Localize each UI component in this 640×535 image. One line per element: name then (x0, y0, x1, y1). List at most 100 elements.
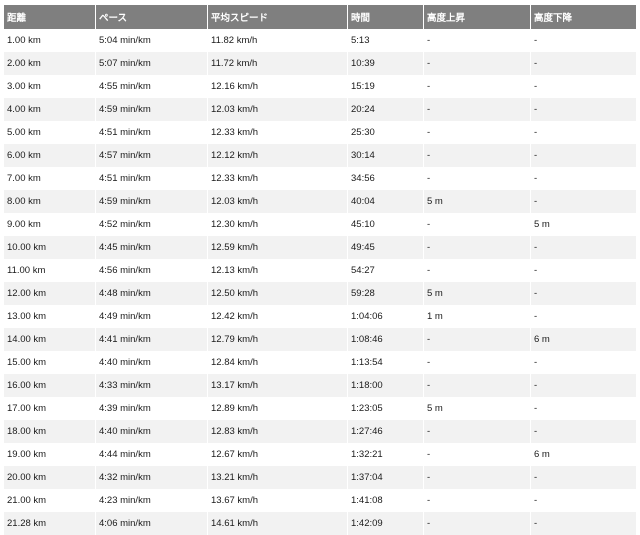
table-row: 21.00 km 4:23 min/km 13.67 km/h 1:41:08- - (4, 489, 636, 512)
cell-elevation-gain: - (424, 351, 531, 374)
cell-pace: 4:49 min/km (96, 305, 208, 328)
cell-pace: 5:04 min/km (96, 29, 208, 52)
cell-time: 54:27 (348, 259, 424, 282)
cell-elevation-loss: 6 m (531, 443, 636, 466)
cell-distance: 18.00 km (4, 420, 96, 443)
cell-time: 49:45 (348, 236, 424, 259)
cell-elevation-loss: - (531, 121, 636, 144)
column-header-pace[interactable]: ペース (96, 5, 208, 29)
cell-elevation-gain: - (424, 144, 531, 167)
column-header-elevation-loss[interactable]: 高度下降 (531, 5, 636, 29)
table-row: 12.00 km 4:48 min/km 12.50 km/h 59:28 5 m- (4, 282, 636, 305)
cell-pace: 4:57 min/km (96, 144, 208, 167)
cell-time: 34:56 (348, 167, 424, 190)
cell-distance: 14.00 km (4, 328, 96, 351)
cell-pace: 4:41 min/km (96, 328, 208, 351)
header-row: 距離 ペース 平均スピード 時間 高度上昇 高度下降 (4, 5, 636, 29)
cell-distance: 5.00 km (4, 121, 96, 144)
cell-elevation-gain: 5 m (424, 397, 531, 420)
cell-time: 1:41:08 (348, 489, 424, 512)
cell-time: 1:04:06 (348, 305, 424, 328)
cell-pace: 4:59 min/km (96, 190, 208, 213)
cell-elevation-loss: 6 m (531, 328, 636, 351)
cell-elevation-loss: - (531, 466, 636, 489)
table-row: 17.00 km 4:39 min/km 12.89 km/h 1:23:05 5 m- (4, 397, 636, 420)
cell-avg-speed: 12.03 km/h (208, 190, 348, 213)
cell-avg-speed: 12.12 km/h (208, 144, 348, 167)
cell-time: 30:14 (348, 144, 424, 167)
cell-pace: 4:33 min/km (96, 374, 208, 397)
cell-elevation-gain: - (424, 167, 531, 190)
column-header-elevation-gain[interactable]: 高度上昇 (424, 5, 531, 29)
cell-elevation-loss: - (531, 351, 636, 374)
cell-distance: 19.00 km (4, 443, 96, 466)
cell-elevation-loss: - (531, 420, 636, 443)
cell-avg-speed: 12.13 km/h (208, 259, 348, 282)
cell-avg-speed: 12.79 km/h (208, 328, 348, 351)
cell-elevation-loss: - (531, 98, 636, 121)
cell-elevation-loss: - (531, 167, 636, 190)
table-row: 15.00 km 4:40 min/km 12.84 km/h 1:13:54- - (4, 351, 636, 374)
table-row: 2.00 km 5:07 min/km 11.72 km/h 10:39- - (4, 52, 636, 75)
cell-elevation-gain: 5 m (424, 190, 531, 213)
table-row: 8.00 km 4:59 min/km 12.03 km/h 40:04 5 m- (4, 190, 636, 213)
cell-avg-speed: 12.33 km/h (208, 121, 348, 144)
cell-pace: 4:40 min/km (96, 351, 208, 374)
cell-time: 1:13:54 (348, 351, 424, 374)
cell-pace: 4:40 min/km (96, 420, 208, 443)
cell-pace: 4:32 min/km (96, 466, 208, 489)
cell-elevation-loss: - (531, 75, 636, 98)
cell-distance: 10.00 km (4, 236, 96, 259)
cell-elevation-loss: - (531, 397, 636, 420)
cell-elevation-loss: - (531, 52, 636, 75)
cell-distance: 6.00 km (4, 144, 96, 167)
cell-distance: 8.00 km (4, 190, 96, 213)
cell-pace: 4:51 min/km (96, 121, 208, 144)
cell-elevation-gain: - (424, 512, 531, 535)
cell-distance: 15.00 km (4, 351, 96, 374)
cell-time: 1:08:46 (348, 328, 424, 351)
splits-table: 距離 ペース 平均スピード 時間 高度上昇 高度下降 1.00 km 5:04 m… (4, 5, 636, 535)
cell-elevation-gain: - (424, 443, 531, 466)
cell-distance: 1.00 km (4, 29, 96, 52)
cell-elevation-gain: - (424, 75, 531, 98)
table-row: 21.28 km 4:06 min/km 14.61 km/h 1:42:09- - (4, 512, 636, 535)
cell-elevation-loss: - (531, 190, 636, 213)
cell-pace: 4:55 min/km (96, 75, 208, 98)
cell-elevation-loss: 5 m (531, 213, 636, 236)
cell-avg-speed: 12.33 km/h (208, 167, 348, 190)
cell-elevation-gain: - (424, 29, 531, 52)
cell-time: 1:18:00 (348, 374, 424, 397)
cell-elevation-gain: - (424, 52, 531, 75)
cell-time: 1:32:21 (348, 443, 424, 466)
cell-avg-speed: 12.03 km/h (208, 98, 348, 121)
cell-time: 5:13 (348, 29, 424, 52)
cell-pace: 4:51 min/km (96, 167, 208, 190)
table-row: 13.00 km 4:49 min/km 12.42 km/h 1:04:06 1 m- (4, 305, 636, 328)
table-row: 10.00 km 4:45 min/km 12.59 km/h 49:45- - (4, 236, 636, 259)
cell-pace: 4:45 min/km (96, 236, 208, 259)
cell-time: 1:37:04 (348, 466, 424, 489)
cell-elevation-gain: - (424, 420, 531, 443)
cell-pace: 4:06 min/km (96, 512, 208, 535)
cell-time: 15:19 (348, 75, 424, 98)
cell-distance: 4.00 km (4, 98, 96, 121)
cell-time: 20:24 (348, 98, 424, 121)
table-row: 11.00 km 4:56 min/km 12.13 km/h 54:27- - (4, 259, 636, 282)
cell-time: 1:42:09 (348, 512, 424, 535)
cell-distance: 20.00 km (4, 466, 96, 489)
cell-elevation-gain: - (424, 328, 531, 351)
cell-elevation-gain: - (424, 121, 531, 144)
cell-avg-speed: 13.21 km/h (208, 466, 348, 489)
column-header-time[interactable]: 時間 (348, 5, 424, 29)
cell-distance: 11.00 km (4, 259, 96, 282)
cell-elevation-loss: - (531, 236, 636, 259)
table-row: 3.00 km 4:55 min/km 12.16 km/h 15:19- - (4, 75, 636, 98)
column-header-avg-speed[interactable]: 平均スピード (208, 5, 348, 29)
cell-elevation-gain: - (424, 489, 531, 512)
cell-pace: 5:07 min/km (96, 52, 208, 75)
cell-time: 1:23:05 (348, 397, 424, 420)
cell-distance: 2.00 km (4, 52, 96, 75)
cell-elevation-loss: - (531, 374, 636, 397)
column-header-distance[interactable]: 距離 (4, 5, 96, 29)
